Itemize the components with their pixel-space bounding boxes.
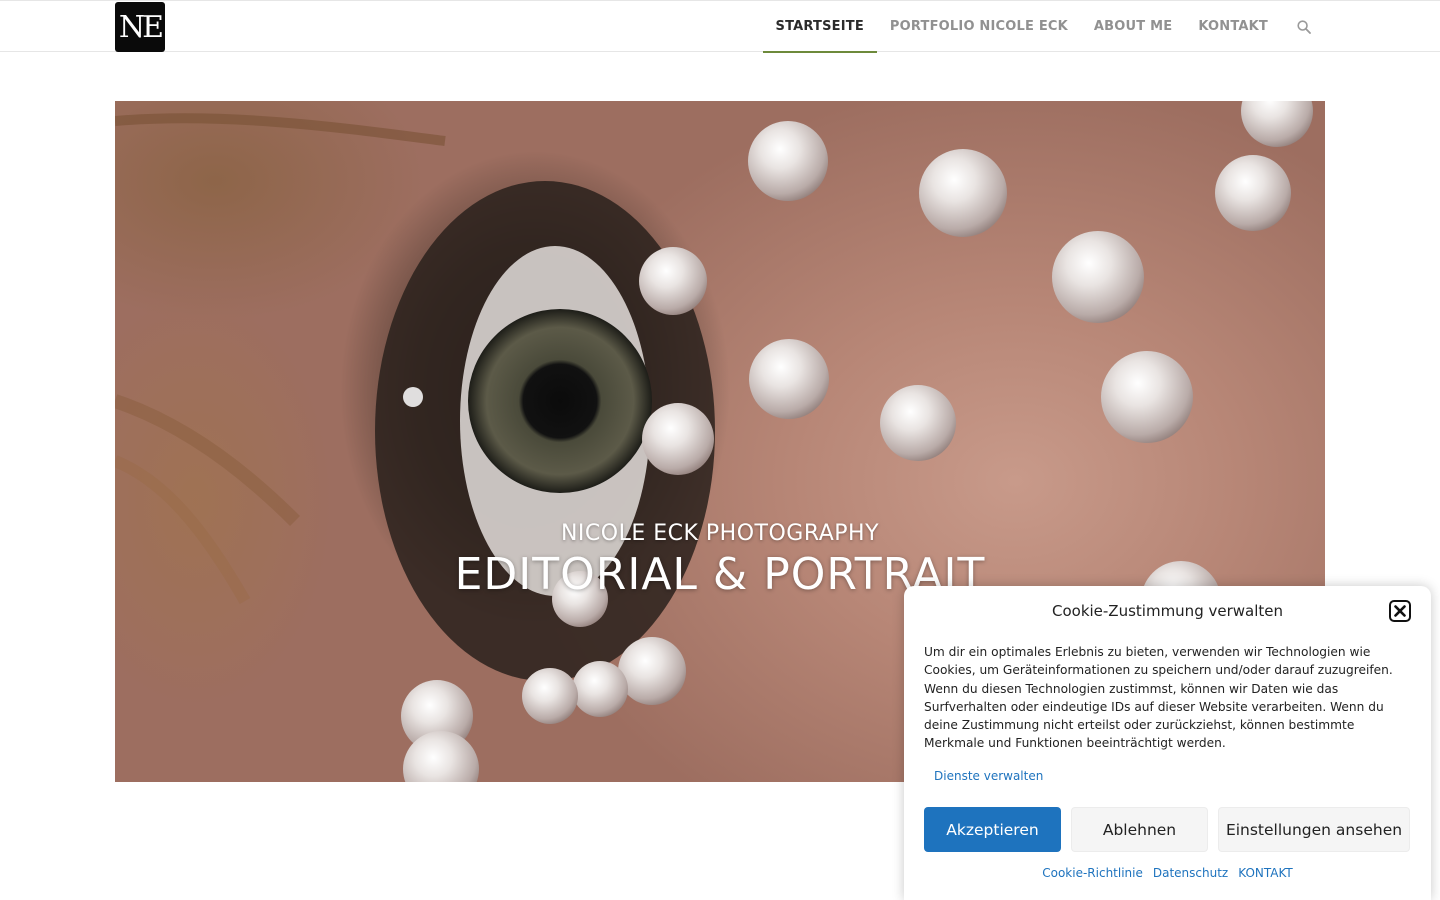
site-header: NE STARTSEITE PORTFOLIO NICOLE ECK ABOUT… bbox=[0, 0, 1440, 53]
cookie-consent-dialog: Cookie-Zustimmung verwalten Um dir ein o… bbox=[904, 586, 1431, 900]
cookie-close-button[interactable] bbox=[1389, 600, 1411, 622]
nav-item-portfolio[interactable]: PORTFOLIO NICOLE ECK bbox=[877, 1, 1081, 52]
nav-item-kontakt[interactable]: KONTAKT bbox=[1185, 1, 1281, 52]
contact-link[interactable]: KONTAKT bbox=[1238, 866, 1293, 880]
privacy-link[interactable]: Datenschutz bbox=[1153, 866, 1228, 880]
accept-button[interactable]: Akzeptieren bbox=[924, 807, 1061, 852]
cookie-policy-link[interactable]: Cookie-Richtlinie bbox=[1042, 866, 1143, 880]
site-logo[interactable]: NE bbox=[115, 2, 165, 52]
nav-item-about-me[interactable]: ABOUT ME bbox=[1081, 1, 1185, 52]
hero-subtitle: NICOLE ECK PHOTOGRAPHY bbox=[560, 521, 880, 546]
search-icon bbox=[1297, 19, 1311, 34]
nav-item-startseite[interactable]: STARTSEITE bbox=[762, 1, 878, 53]
cookie-footer-links: Cookie-Richtlinie Datenschutz KONTAKT bbox=[904, 866, 1431, 880]
main-nav: STARTSEITE PORTFOLIO NICOLE ECK ABOUT ME… bbox=[762, 1, 1325, 53]
close-icon bbox=[1389, 600, 1411, 622]
cookie-description: Um dir ein optimales Erlebnis zu bieten,… bbox=[924, 645, 1393, 751]
deny-button[interactable]: Ablehnen bbox=[1071, 807, 1208, 852]
cookie-title: Cookie-Zustimmung verwalten bbox=[1051, 602, 1283, 620]
manage-services-link[interactable]: Dienste verwalten bbox=[934, 769, 1043, 783]
view-preferences-button[interactable]: Einstellungen ansehen bbox=[1218, 807, 1410, 852]
search-button[interactable] bbox=[1281, 1, 1325, 52]
